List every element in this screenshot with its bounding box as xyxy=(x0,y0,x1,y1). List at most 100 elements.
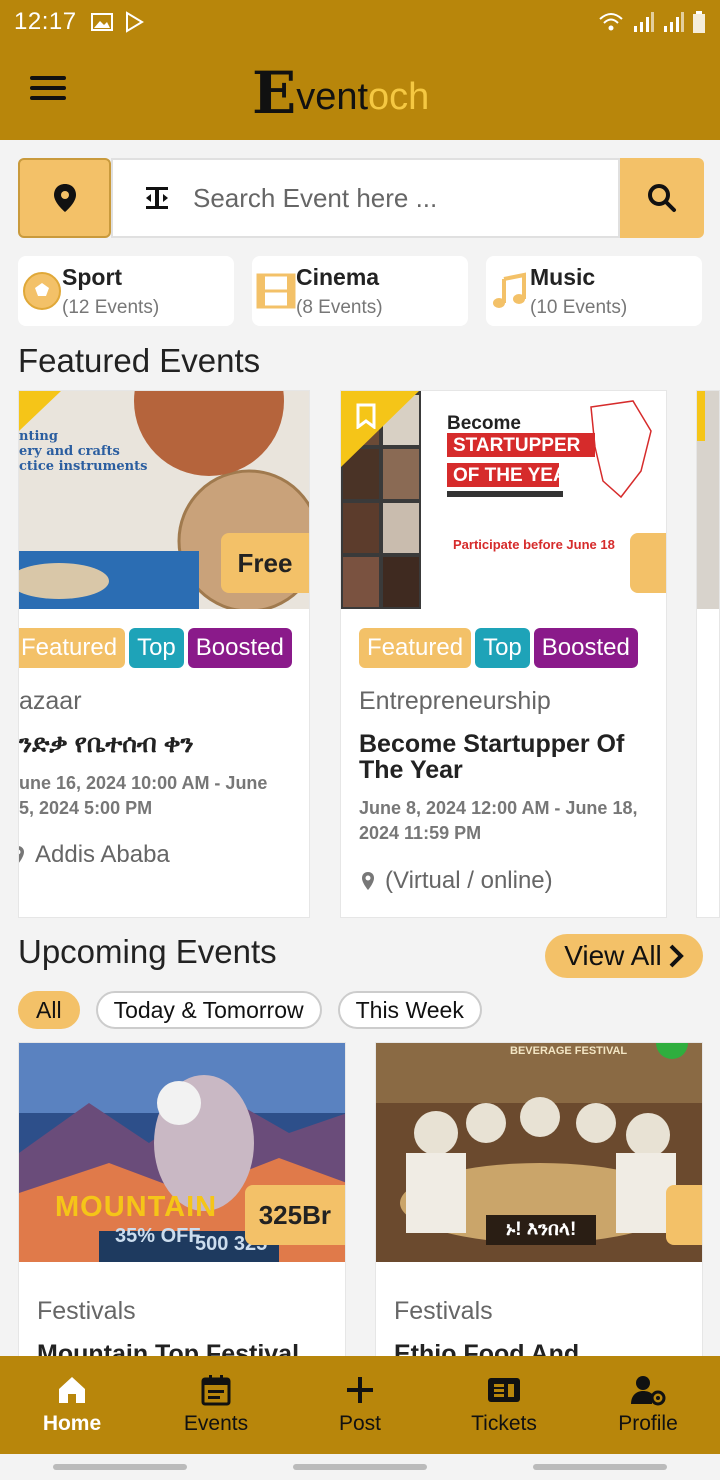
nav-label: Profile xyxy=(618,1412,678,1435)
plus-icon xyxy=(347,1377,373,1403)
image-text: MOUNTAIN xyxy=(55,1191,218,1223)
search-icon xyxy=(648,184,676,212)
nav-label: Home xyxy=(42,1412,102,1435)
ticket-icon xyxy=(488,1378,520,1402)
film-icon xyxy=(256,273,296,309)
event-category: Festivals xyxy=(394,1297,493,1325)
location-pin-icon xyxy=(19,846,24,863)
badge-top: Top xyxy=(475,628,530,668)
event-image xyxy=(697,391,719,609)
play-store-icon xyxy=(125,11,144,33)
nav-events[interactable]: Events xyxy=(144,1356,288,1454)
user-settings-icon xyxy=(631,1376,666,1406)
hamburger-menu-icon[interactable] xyxy=(30,76,66,106)
category-name: Cinema xyxy=(296,263,380,290)
calendar-icon xyxy=(201,1375,231,1406)
status-time: 12:17 xyxy=(14,8,77,35)
featured-event-card[interactable]: nting ery and crafts ctice instruments F… xyxy=(18,390,310,918)
event-image: Become STARTUPPER OF THE YEAR Participat… xyxy=(341,391,666,609)
nav-label: Events xyxy=(183,1412,249,1435)
location-pin-icon xyxy=(53,184,76,212)
image-discount: 35% OFF xyxy=(115,1225,201,1247)
nav-profile[interactable]: Profile xyxy=(576,1356,720,1454)
status-system-icons xyxy=(598,11,706,33)
category-name: Sport xyxy=(62,263,123,290)
filter-chip-this-week[interactable]: This Week xyxy=(337,991,482,1029)
view-all-button[interactable]: View All xyxy=(545,934,703,978)
nav-label: Post xyxy=(338,1412,382,1435)
wifi-icon xyxy=(599,13,623,31)
app-bar: E vent och xyxy=(0,44,720,140)
image-header: BEVERAGE FESTIVAL xyxy=(510,1045,628,1057)
search-button[interactable] xyxy=(620,158,704,238)
event-location-text: (Virtual / online) xyxy=(385,867,553,894)
filter-chips: All Today & Tomorrow This Week xyxy=(18,991,482,1029)
badge-featured: Featured xyxy=(359,628,472,668)
search-placeholder: Search Event here ... xyxy=(193,182,438,213)
signal-icon-2 xyxy=(664,12,684,32)
event-image: MOUNTAIN 35% OFF 500 325 325Br xyxy=(19,1043,345,1262)
featured-event-card[interactable]: Become STARTUPPER OF THE YEAR Participat… xyxy=(340,390,667,918)
chevron-right-icon xyxy=(669,944,684,968)
bookmark-icon[interactable] xyxy=(355,403,377,429)
logo-text-dark: vent xyxy=(296,76,369,118)
badge-boosted: Boosted xyxy=(533,628,638,668)
home-icon xyxy=(59,1377,85,1403)
badge-boosted: Boosted xyxy=(187,628,292,668)
image-text-line: STARTUPPER xyxy=(453,435,581,456)
featured-event-card-partial[interactable] xyxy=(696,390,720,918)
image-text-line: OF THE YEAR xyxy=(453,465,581,486)
image-text-line: ctice instruments xyxy=(19,459,148,474)
image-text-line: ery and crafts xyxy=(19,444,120,459)
nav-label: Tickets xyxy=(471,1412,537,1435)
battery-icon xyxy=(693,11,705,33)
price-tag: 325Br xyxy=(244,1185,345,1245)
event-image: nting ery and crafts ctice instruments F… xyxy=(19,391,309,609)
price-tag: Free xyxy=(221,533,309,593)
category-list: Sport (12 Events) Cinema (8 Events) Musi… xyxy=(18,256,704,326)
search-row: Search Event here ... xyxy=(18,158,704,238)
filter-chip-today-tomorrow[interactable]: Today & Tomorrow xyxy=(95,991,322,1029)
event-title: Become Startupper Of The Year xyxy=(359,730,625,784)
logo-text-light: och xyxy=(368,76,430,118)
filter-chip-all[interactable]: All xyxy=(18,991,80,1029)
nav-home[interactable]: Home xyxy=(0,1356,144,1454)
nav-tickets[interactable]: Tickets xyxy=(432,1356,576,1454)
event-location: Addis Ababa xyxy=(19,841,170,869)
event-category: azaar xyxy=(19,687,82,715)
category-count: (10 Events) xyxy=(530,296,628,318)
category-cinema[interactable]: Cinema (8 Events) xyxy=(252,256,468,326)
price-tag xyxy=(666,1185,702,1245)
category-music[interactable]: Music (10 Events) xyxy=(486,256,702,326)
system-bar-segment[interactable] xyxy=(293,1464,427,1470)
signal-icon xyxy=(634,12,654,32)
image-icon xyxy=(90,13,113,31)
image-text-line: Participate before June 18 xyxy=(453,537,615,552)
featured-events-title: Featured Events xyxy=(18,342,261,379)
bottom-navigation: Home Events Post Tickets Profile xyxy=(0,1356,720,1454)
badge-top: Top xyxy=(129,628,184,668)
location-button[interactable] xyxy=(18,158,111,238)
nav-post[interactable]: Post xyxy=(288,1356,432,1454)
upcoming-events-title: Upcoming Events xyxy=(18,933,277,970)
featured-corner xyxy=(697,391,705,441)
event-image-text: nting ery and crafts ctice instruments xyxy=(19,429,147,474)
search-input[interactable]: Search Event here ... xyxy=(111,158,620,238)
status-bar: 12:17 xyxy=(0,0,720,44)
upcoming-event-card[interactable]: MOUNTAIN 35% OFF 500 325 325Br Festivals… xyxy=(18,1042,346,1362)
event-date: une 16, 2024 10:00 AM - June 5, 2024 5:0… xyxy=(19,773,268,818)
event-location-text: Addis Ababa xyxy=(35,841,170,868)
upcoming-event-card[interactable]: BEVERAGE FESTIVAL ኑ! እንበላ! Festivals Eth… xyxy=(375,1042,703,1362)
system-bar-segment[interactable] xyxy=(533,1464,667,1470)
image-text-line: nting xyxy=(19,429,58,444)
event-title: ንድቃ የቤተሰብ ቀን xyxy=(19,730,194,758)
event-image: BEVERAGE FESTIVAL ኑ! እንበላ! xyxy=(376,1043,702,1262)
price-tag xyxy=(630,533,666,593)
system-bar-segment[interactable] xyxy=(53,1464,187,1470)
system-gesture-bar xyxy=(0,1454,720,1480)
category-sport[interactable]: Sport (12 Events) xyxy=(18,256,234,326)
location-pin-icon xyxy=(362,872,374,890)
view-all-label: View All xyxy=(564,940,662,971)
event-date: June 8, 2024 12:00 AM - June 18, 2024 11… xyxy=(359,798,638,843)
text-format-icon xyxy=(146,187,168,209)
